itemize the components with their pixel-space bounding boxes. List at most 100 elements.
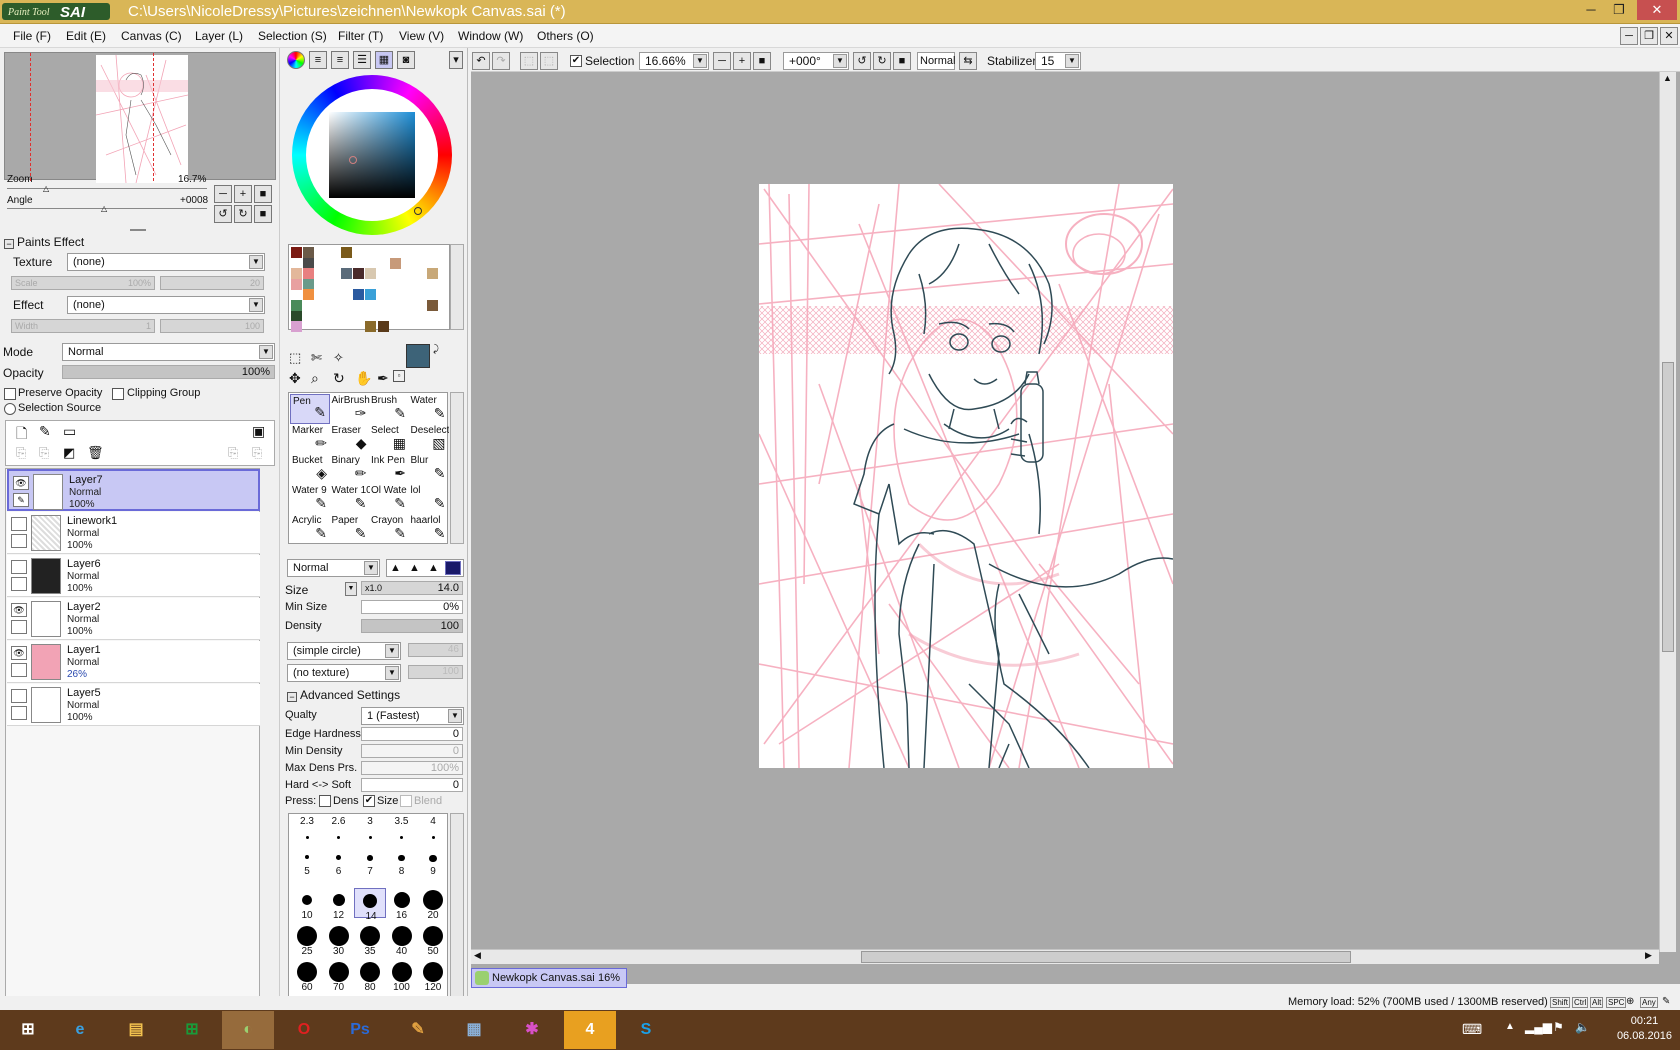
canvas-horizontal-scrollbar[interactable]: ◀ ▶ — [471, 949, 1659, 964]
palette-swatch[interactable] — [303, 268, 315, 280]
volume-icon[interactable]: 🔈 — [1575, 1020, 1590, 1034]
mdi-minimize-button[interactable]: ─ — [1620, 27, 1638, 45]
app4-icon[interactable]: 4 — [564, 1011, 616, 1049]
brush-size-30[interactable]: 30 — [323, 924, 355, 957]
zoom-in-button[interactable]: + — [234, 185, 252, 203]
palette-swatch[interactable] — [353, 289, 364, 301]
canvas-viewport[interactable]: ▲ ◀ ▶ — [471, 72, 1680, 984]
palette-swatch[interactable] — [303, 247, 315, 258]
color-palette[interactable] — [288, 244, 450, 333]
tip-soft-icon[interactable]: ▲ — [428, 562, 439, 574]
tool-acrylic[interactable]: Acrylic ✎ — [290, 514, 330, 544]
zoom-select[interactable]: 16.66% ▼ — [639, 52, 709, 70]
swap-colors-icon[interactable]: ⤸ — [433, 344, 439, 355]
palette-swatch[interactable] — [291, 300, 302, 311]
tool-water-9[interactable]: Water 9 ✎ — [290, 484, 330, 514]
zoom-reset-button[interactable]: ■ — [254, 185, 272, 203]
zoom-slider[interactable] — [7, 188, 207, 189]
tool-brush[interactable]: Brush ✎ — [369, 394, 409, 424]
layer-row[interactable]: 👁 ✎ Layer7 Normal 100% — [7, 469, 260, 511]
delete-layer-icon[interactable]: 🗑 — [87, 445, 104, 461]
rotate-ccw-icon[interactable]: ↺ — [853, 52, 871, 70]
width-amount-slider[interactable]: 100 — [160, 319, 264, 333]
brush-size-12[interactable]: 12 — [323, 888, 355, 921]
magic-wand-icon[interactable]: ✧ — [333, 350, 344, 366]
eye-icon[interactable]: 👁 — [13, 476, 29, 490]
vertical-scroll-thumb[interactable] — [1662, 362, 1674, 652]
rgb-slider-mode-icon[interactable]: ≡ — [309, 51, 327, 69]
tip-hard-icon[interactable]: ▲ — [390, 562, 401, 574]
zoom-icon[interactable]: ⌕ — [311, 370, 319, 387]
chevron-down-icon[interactable]: ▾ — [449, 51, 463, 69]
brush-size-7[interactable]: 7 — [354, 852, 386, 882]
redo-icon[interactable]: ↷ — [492, 52, 510, 70]
brush-size-60[interactable]: 60 — [291, 960, 323, 993]
scroll-up-icon[interactable]: ▲ — [1663, 73, 1672, 83]
visibility-toggle[interactable] — [11, 560, 27, 574]
hue-wheel[interactable] — [292, 75, 452, 235]
brush-size-5[interactable]: 5 — [291, 852, 323, 882]
scroll-left-icon[interactable]: ◀ — [474, 950, 481, 961]
flip-horizontal-icon[interactable]: ⇆ — [959, 52, 977, 70]
zoom-fit-icon[interactable]: ■ — [753, 52, 771, 70]
tool-blur[interactable]: Blur ✎ — [409, 454, 449, 484]
horizontal-scroll-thumb[interactable] — [861, 951, 1351, 963]
edge-hardness-slider[interactable]: 0 — [361, 727, 463, 741]
brush-size-14[interactable]: 14 — [354, 888, 386, 922]
opacity-slider[interactable]: 100% — [62, 365, 275, 379]
effect-select[interactable]: (none) ▼ — [67, 296, 265, 314]
copy-layer-icon[interactable]: ⎘ — [228, 445, 238, 461]
palette-swatch[interactable] — [291, 268, 302, 280]
menu-others[interactable]: Others (O) — [537, 29, 594, 43]
menu-window[interactable]: Window (W) — [458, 29, 523, 43]
flag-icon[interactable]: ⚑ — [1553, 1020, 1564, 1034]
tool-water[interactable]: Water ✎ — [409, 394, 449, 424]
palette-swatch[interactable] — [291, 321, 302, 333]
width-slider[interactable]: Width 1 — [11, 319, 155, 333]
tool-deselect[interactable]: Deselect ▧ — [409, 424, 449, 454]
palette-scrollbar[interactable] — [450, 244, 464, 330]
new-folder-icon[interactable]: ▭ — [63, 423, 76, 440]
layer-mask-icon[interactable]: ▣ — [252, 423, 265, 440]
brush-size-40[interactable]: 40 — [386, 924, 418, 957]
scratchpad-mode-icon[interactable]: ◙ — [397, 51, 415, 69]
eyedropper-icon[interactable]: ✒ — [377, 370, 389, 387]
brush-size-6[interactable]: 6 — [323, 852, 355, 882]
new-linework-layer-icon[interactable]: ✎ — [39, 423, 51, 440]
panel-splitter[interactable] — [130, 229, 146, 231]
photoshop-icon[interactable]: Ps — [334, 1011, 386, 1049]
lock-toggle[interactable] — [11, 534, 27, 548]
max-dens-slider[interactable]: 100% — [361, 761, 463, 775]
angle-slider-thumb[interactable]: △ — [101, 204, 107, 213]
layer-mode-select[interactable]: Normal ▼ — [62, 343, 275, 361]
maximize-button[interactable]: ❐ — [1605, 0, 1633, 20]
palette-swatch[interactable] — [365, 268, 377, 280]
menu-view[interactable]: View (V) — [399, 29, 444, 43]
lock-toggle[interactable] — [11, 706, 27, 720]
tool-grid-scrollbar[interactable] — [450, 392, 464, 544]
merge-down-icon[interactable]: ⎘ — [39, 445, 49, 461]
zoom-slider-thumb[interactable]: △ — [43, 184, 49, 193]
palette-swatch[interactable] — [303, 257, 315, 269]
tool-pen[interactable]: Pen ✎ — [290, 394, 330, 424]
rotate-right-button[interactable]: ↻ — [234, 205, 252, 223]
transparent-color-icon[interactable]: ▫ — [393, 370, 405, 382]
brush-shape-select[interactable]: (simple circle) ▼ — [287, 642, 401, 660]
brush-size-3-5[interactable]: 3.5 — [386, 816, 418, 846]
min-density-slider[interactable]: 0 — [361, 744, 463, 758]
size-slider[interactable]: x1.0 14.0 — [361, 581, 463, 595]
advanced-settings-header[interactable]: − Advanced Settings — [287, 688, 400, 702]
tool-grid[interactable]: Pen ✎ AirBrush ✑ Brush ✎ Water ✎ Marker ✏ Eraser ◆ S… — [288, 392, 449, 544]
preserve-opacity-checkbox[interactable] — [4, 388, 16, 400]
view-mode-select[interactable]: Normal — [917, 52, 955, 70]
tool-crayon[interactable]: Crayon ✎ — [369, 514, 409, 544]
palette-swatch[interactable] — [353, 268, 364, 280]
pen-lock-icon[interactable]: ✎ — [13, 493, 29, 507]
eye-icon[interactable]: 👁 — [11, 603, 27, 617]
quality-select[interactable]: 1 (Fastest) ▼ — [361, 707, 464, 725]
press-dens-checkbox[interactable] — [319, 795, 331, 807]
brush-size-20[interactable]: 20 — [417, 888, 449, 921]
file-explorer-icon[interactable]: ▤ — [110, 1011, 162, 1049]
press-blend-checkbox[interactable] — [400, 795, 412, 807]
brush-texture-select[interactable]: (no texture) ▼ — [287, 664, 401, 682]
